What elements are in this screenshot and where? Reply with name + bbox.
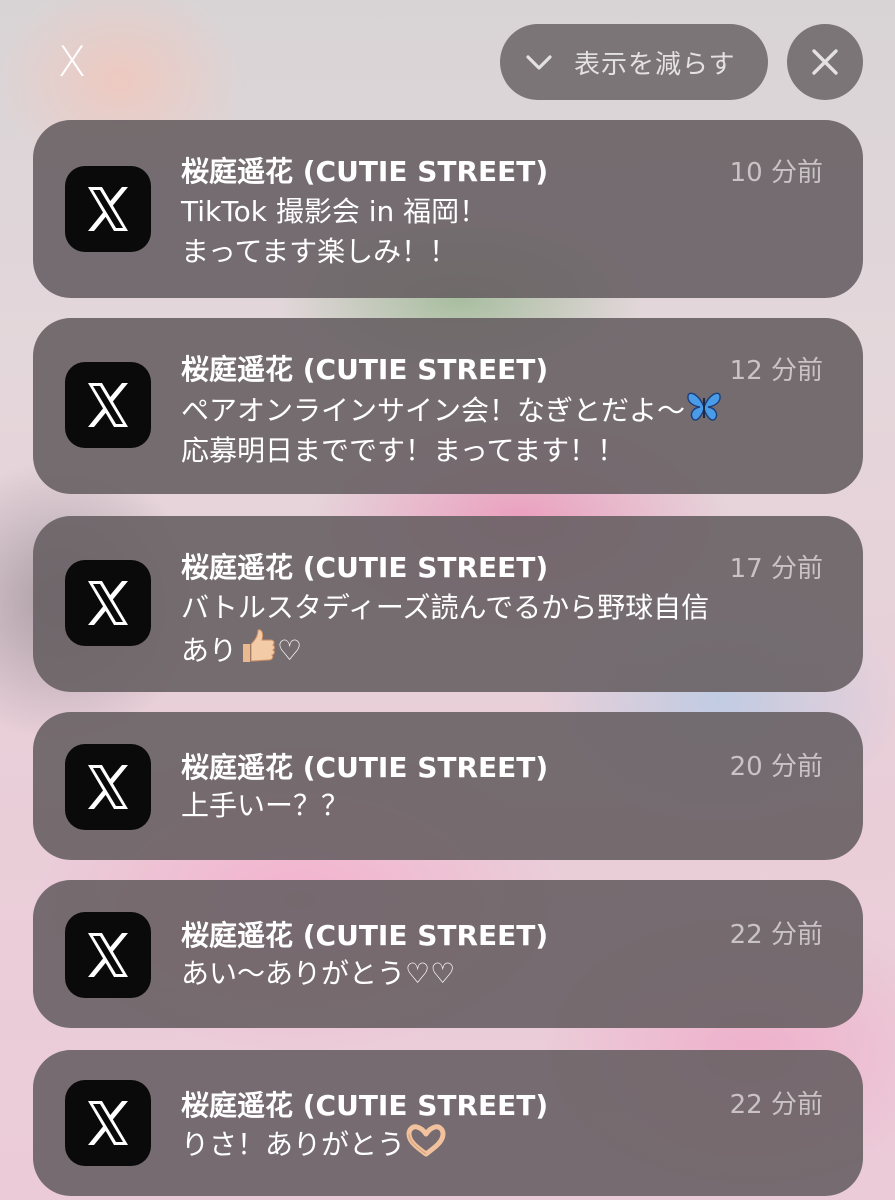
notification-line: 上手いー？？ [181,789,350,822]
notification-sender: 桜庭遥花 (CUTIE STREET) [181,353,549,386]
notification-line: バトルスタディーズ読んでるから野球自信 [181,591,710,624]
notification-line-text: あり [181,634,238,667]
notification-time: 17 分前 [729,554,823,584]
notification-card[interactable]: 桜庭遥花 (CUTIE STREET) 12 分前 ペアオンラインサイン会！なぎ… [33,318,863,494]
show-less-button[interactable]: 表示を減らす [500,24,768,100]
notification-line: りさ！ありがとう [181,1124,833,1165]
chevron-down-icon [526,55,552,70]
notification-card[interactable]: 桜庭遥花 (CUTIE STREET) 17 分前 バトルスタディーズ読んでるか… [33,516,863,692]
notification-body: バトルスタディーズ読んでるから野球自信 あり ♡ [181,588,833,671]
notification-time: 22 分前 [729,1090,823,1120]
notification-body: TikTok 撮影会 in 福岡！ まってます楽しみ！！ [181,192,833,272]
notification-line: あり ♡ [181,628,833,671]
notification-sender: 桜庭遥花 (CUTIE STREET) [181,551,549,584]
notification-time: 20 分前 [729,752,823,782]
heart-hands-emoji [406,1124,446,1157]
notification-card[interactable]: 桜庭遥花 (CUTIE STREET) 22 分前 あい〜ありがとう♡♡ [33,880,863,1028]
notification-line: あい〜ありがとう♡♡ [181,957,456,990]
x-app-icon [65,560,151,646]
dismiss-x-button[interactable]: X [48,36,96,88]
notification-time: 10 分前 [729,158,823,188]
notification-sender: 桜庭遥花 (CUTIE STREET) [181,919,549,952]
x-app-icon [65,166,151,252]
notification-line-text: ペアオンラインサイン会！なぎとだよ〜 [181,394,686,427]
x-app-icon [65,912,151,998]
notification-line-text: りさ！ありがとう [181,1128,406,1161]
notification-sender: 桜庭遥花 (CUTIE STREET) [181,155,549,188]
clear-all-button[interactable] [787,24,863,100]
notification-body: りさ！ありがとう [181,1124,833,1165]
notification-time: 12 分前 [729,356,823,386]
notification-line: まってます楽しみ！！ [181,235,458,268]
notification-body: あい〜ありがとう♡♡ [181,954,833,994]
notification-time: 22 分前 [729,920,823,950]
x-app-icon [65,744,151,830]
close-icon [812,49,838,75]
butterfly-emoji [687,392,721,421]
x-app-icon [65,362,151,448]
notification-card[interactable]: 桜庭遥花 (CUTIE STREET) 10 分前 TikTok 撮影会 in … [33,120,863,298]
heart-outline: ♡ [277,634,303,667]
notification-card[interactable]: 桜庭遥花 (CUTIE STREET) 22 分前 りさ！ありがとう [33,1050,863,1196]
show-less-label: 表示を減らす [574,49,736,80]
notification-sender: 桜庭遥花 (CUTIE STREET) [181,751,549,784]
notification-body: ペアオンラインサイン会！なぎとだよ〜 応募明日までです！まってます！！ [181,390,833,471]
notification-card[interactable]: 桜庭遥花 (CUTIE STREET) 20 分前 上手いー？？ [33,712,863,860]
thumbs-up-emoji [243,629,276,662]
notification-line: TikTok 撮影会 in 福岡！ [181,195,488,228]
x-app-icon [65,1080,151,1166]
notification-body: 上手いー？？ [181,786,833,826]
notification-line: 応募明日までです！まってます！！ [181,434,626,467]
notification-line: ペアオンラインサイン会！なぎとだよ〜 [181,390,833,431]
notification-sender: 桜庭遥花 (CUTIE STREET) [181,1089,549,1122]
